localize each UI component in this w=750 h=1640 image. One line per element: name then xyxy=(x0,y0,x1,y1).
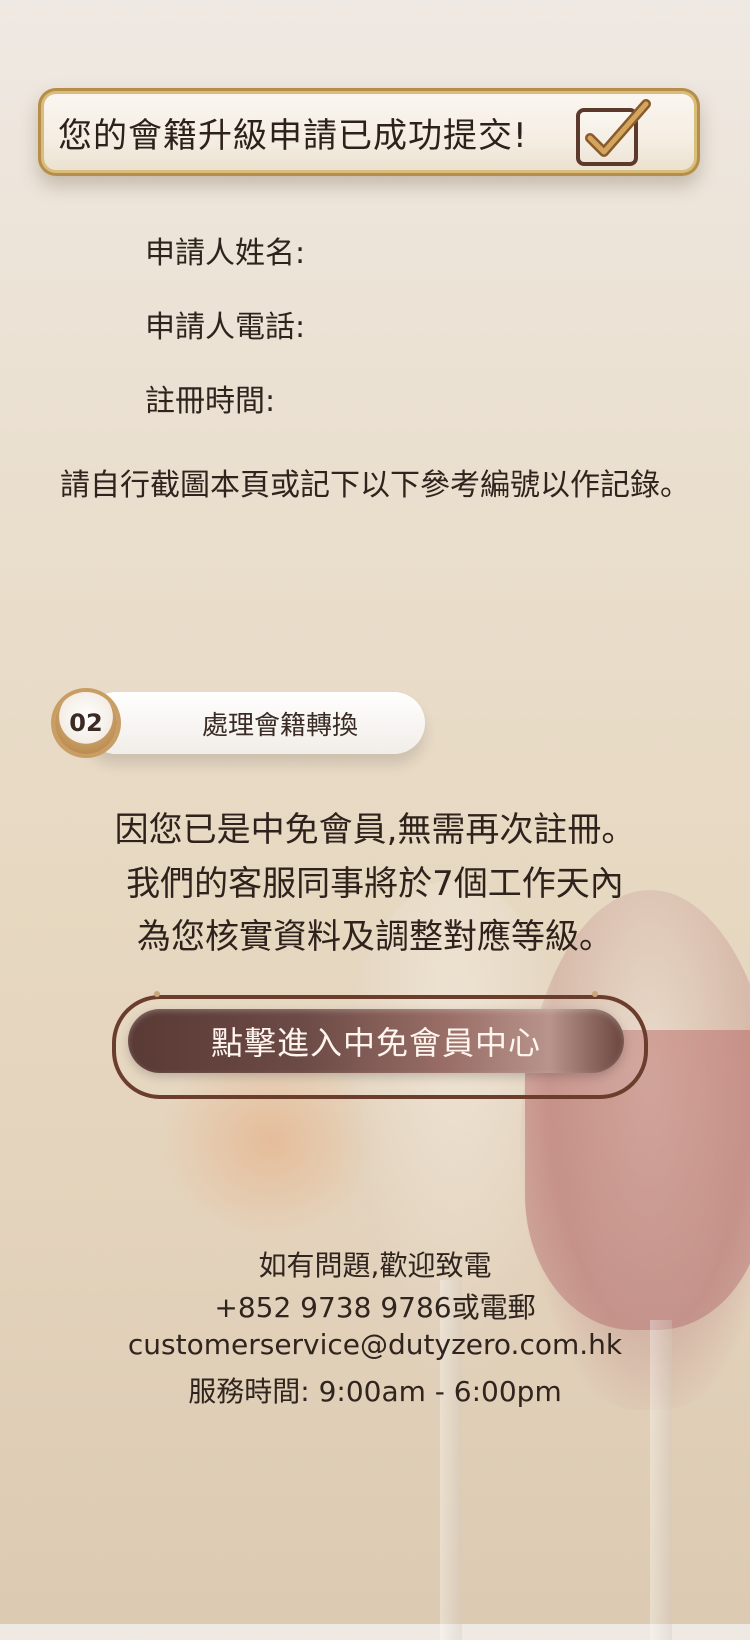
registration-time-label: 註冊時間: xyxy=(145,384,276,419)
checkbox-checked-icon xyxy=(576,99,651,166)
success-title: 您的會籍升級申請已成功提交! xyxy=(58,115,528,156)
frame-dot-right xyxy=(592,991,598,997)
step-number-badge: 02 xyxy=(55,692,117,754)
message-line-2: 我們的客服同事將於7個工作天內 xyxy=(126,864,624,904)
frame-dot-left xyxy=(154,991,160,997)
contact-line-1: 如有問題,歡迎致電 xyxy=(258,1249,492,1282)
member-center-button-frame: 點擊進入中免會員中心 xyxy=(112,991,648,1099)
member-center-button[interactable]: 點擊進入中免會員中心 xyxy=(128,1009,624,1073)
message-line-3: 為您核實資料及調整對應等級。 xyxy=(137,917,613,957)
contact-phone[interactable]: +852 9738 9786或電郵 xyxy=(0,1286,750,1326)
contact-email[interactable]: customerservice@dutyzero.com.hk xyxy=(0,1328,750,1361)
applicant-phone-label: 申請人電話: xyxy=(145,310,306,345)
applicant-name-label: 申請人姓名: xyxy=(145,236,306,271)
step-label: 處理會籍轉換 xyxy=(201,710,358,741)
message-line-1: 因您已是中免會員,無需再次註冊。 xyxy=(114,810,636,850)
background-glass-stem-right xyxy=(650,1320,672,1640)
success-banner: 您的會籍升級申請已成功提交! xyxy=(38,88,700,176)
screenshot-note: 請自行截圖本頁或記下以下參考編號以作記錄。 xyxy=(60,468,690,503)
service-hours: 服務時間: 9:00am - 6:00pm xyxy=(188,1375,562,1408)
step-indicator: 02 處理會籍轉換 xyxy=(55,692,427,754)
